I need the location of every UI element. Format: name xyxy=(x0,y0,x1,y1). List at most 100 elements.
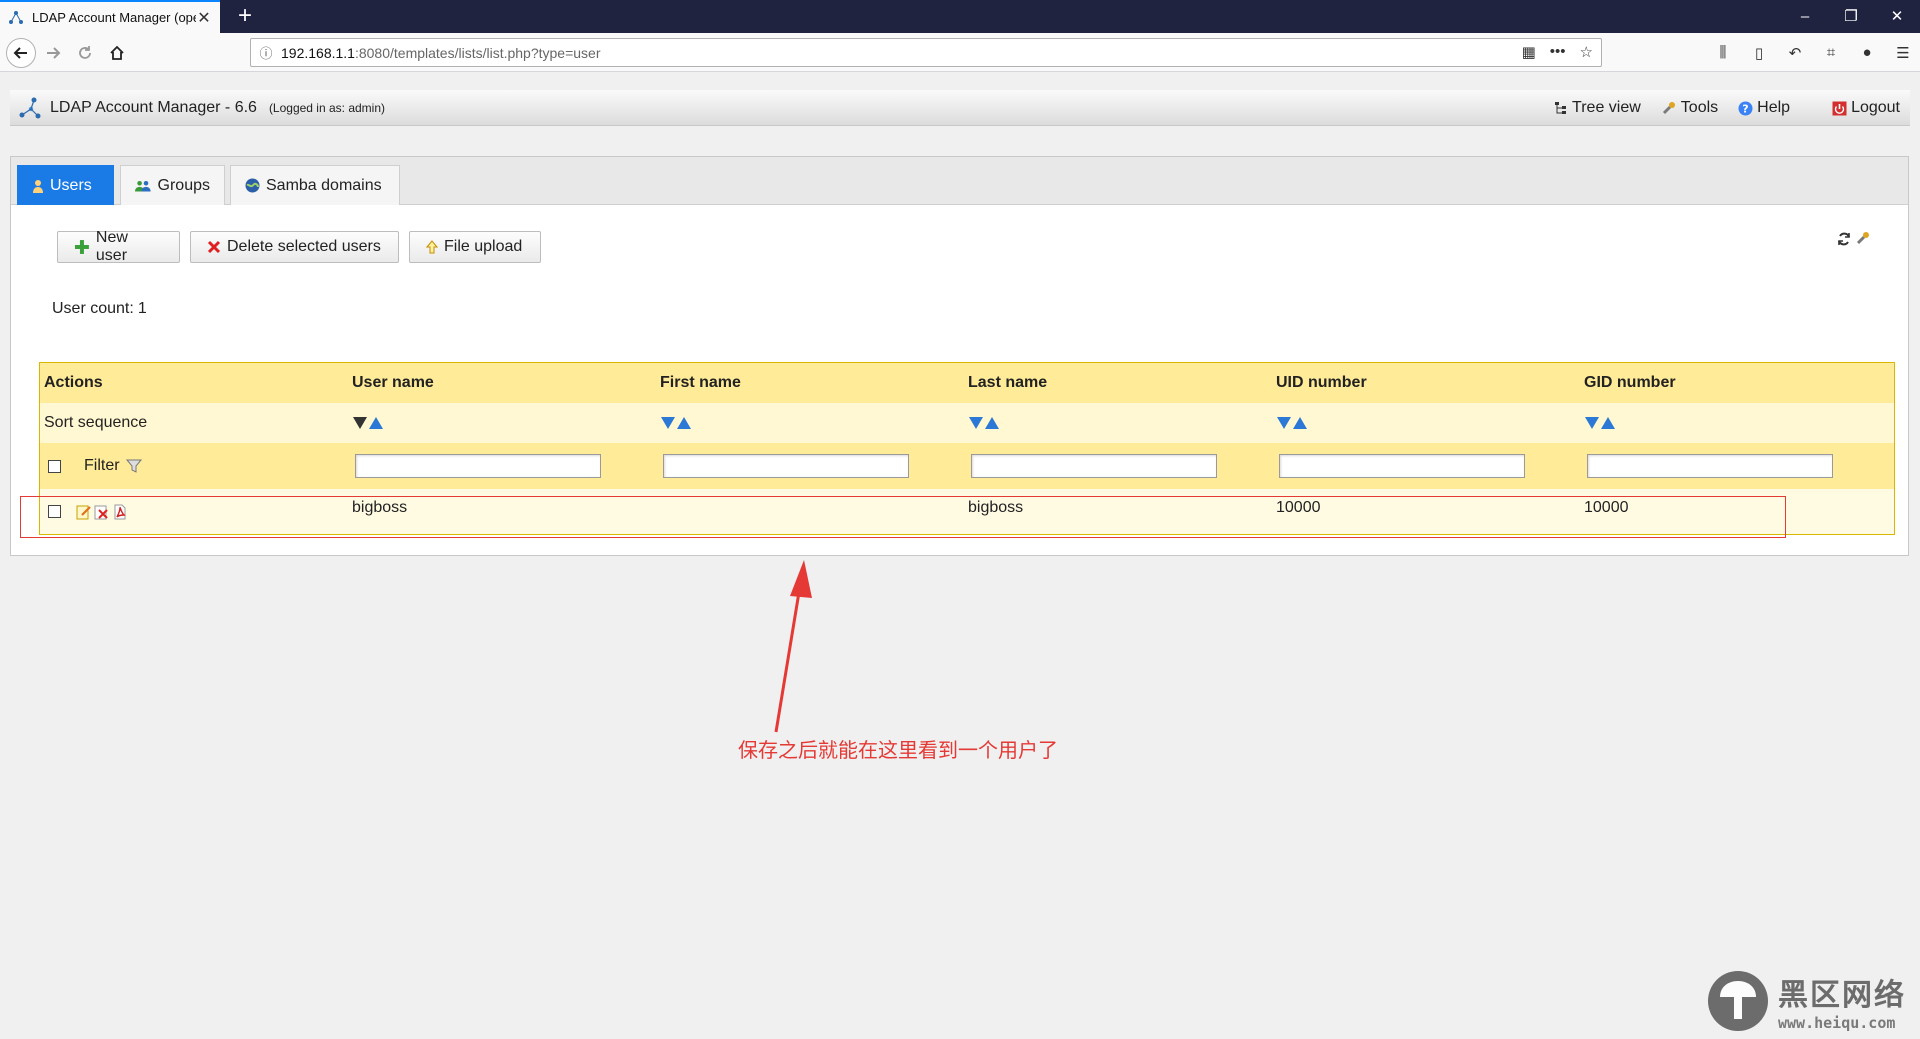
minimize-icon[interactable]: – xyxy=(1782,0,1828,33)
tab-users[interactable]: Users xyxy=(17,165,114,205)
sort-user-name[interactable] xyxy=(352,403,384,443)
row-select[interactable] xyxy=(48,489,61,534)
forward-arrow-icon xyxy=(47,47,61,59)
filter-gid-number-input[interactable] xyxy=(1587,454,1833,478)
group-icon xyxy=(135,180,151,192)
page-info-icon[interactable]: ⓘ xyxy=(251,43,281,62)
column-header-gid-number[interactable]: GID number xyxy=(1584,363,1676,403)
watermark-main-text: 黑区网络 xyxy=(1778,978,1906,1013)
sort-gid-number[interactable] xyxy=(1584,403,1616,443)
sort-arrows-icon[interactable] xyxy=(968,414,1000,432)
pdf-export-icon[interactable] xyxy=(112,504,128,520)
cell-user-name: bigboss xyxy=(352,499,408,516)
filter-button[interactable]: Filter xyxy=(84,443,142,489)
list-settings xyxy=(1836,231,1870,247)
back-button[interactable] xyxy=(6,38,36,68)
delete-x-icon xyxy=(207,240,221,254)
column-header-last-name[interactable]: Last name xyxy=(968,363,1047,403)
row-checkbox[interactable] xyxy=(48,505,61,518)
svg-text:?: ? xyxy=(1742,102,1748,115)
user-count: User count: 1 xyxy=(52,300,147,317)
filter-funnel-icon xyxy=(125,459,142,473)
main-panel: Users Groups Samba domains New user Dele… xyxy=(10,156,1909,556)
reload-icon xyxy=(79,46,91,59)
logged-in-label: (Logged in as: admin) xyxy=(268,100,386,115)
new-user-button[interactable]: New user xyxy=(57,229,180,264)
refresh-icon[interactable] xyxy=(1836,231,1852,247)
cell-uid-number: 10000 xyxy=(1276,499,1321,516)
filter-first-name-input[interactable] xyxy=(663,454,909,478)
browser-nav-bar: ⓘ 192.168.1.1:8080/templates/lists/list.… xyxy=(0,33,1920,72)
edit-icon[interactable] xyxy=(76,504,92,520)
close-tab-icon[interactable]: ✕ xyxy=(196,8,212,28)
sort-sequence-label: Sort sequence xyxy=(44,414,148,431)
sort-arrows-icon[interactable] xyxy=(660,414,692,432)
app-title: LDAP Account Manager - 6.6 xyxy=(50,98,257,116)
tree-view-icon xyxy=(1555,102,1567,114)
tab-samba-domains[interactable]: Samba domains xyxy=(230,165,400,205)
cell-last-name: bigboss xyxy=(968,499,1024,516)
browser-tab-bar: LDAP Account Manager (ope ✕ + – ❐ ✕ xyxy=(0,0,1920,33)
logout-power-icon xyxy=(1832,101,1847,115)
qr-code-icon[interactable]: ▦ xyxy=(1522,43,1536,61)
help-icon: ? xyxy=(1738,101,1753,115)
home-button[interactable] xyxy=(102,38,132,68)
file-upload-button[interactable]: File upload xyxy=(409,231,541,263)
sort-uid-number[interactable] xyxy=(1276,403,1308,443)
delete-selected-users-button[interactable]: Delete selected users xyxy=(190,231,399,263)
column-header-actions: Actions xyxy=(44,374,103,391)
reload-button[interactable] xyxy=(70,38,100,68)
tree-view-link[interactable]: Tree view xyxy=(1554,99,1641,117)
forward-button[interactable] xyxy=(38,38,68,68)
sort-arrows-icon[interactable] xyxy=(1584,414,1616,432)
column-header-uid-number[interactable]: UID number xyxy=(1276,363,1367,403)
lam-logo-icon xyxy=(19,97,41,118)
logout-link[interactable]: Logout xyxy=(1832,99,1900,117)
delete-user-icon[interactable] xyxy=(94,504,110,520)
new-tab-button[interactable]: + xyxy=(232,2,258,30)
url-bar[interactable]: ⓘ 192.168.1.1:8080/templates/lists/list.… xyxy=(250,38,1602,67)
configure-wrench-icon[interactable] xyxy=(1854,231,1870,247)
table-header-row: Actions User name First name Last name U… xyxy=(40,363,1894,403)
watermark-url-text: www.heiqu.com xyxy=(1778,1014,1896,1032)
hamburger-menu-icon[interactable]: ☰ xyxy=(1886,38,1920,68)
more-actions-icon[interactable]: ••• xyxy=(1550,43,1566,61)
row-actions xyxy=(76,489,128,534)
lam-header: LDAP Account Manager - 6.6 (Logged in as… xyxy=(10,90,1910,126)
filter-row: Filter xyxy=(40,443,1894,489)
column-header-first-name[interactable]: First name xyxy=(660,363,741,403)
filter-uid-number-input[interactable] xyxy=(1279,454,1525,478)
back-arrow-icon xyxy=(13,47,27,59)
sort-arrows-active-icon[interactable] xyxy=(352,414,384,432)
samba-globe-icon xyxy=(245,178,260,193)
restore-icon[interactable]: ❐ xyxy=(1828,0,1874,33)
filter-user-name-input[interactable] xyxy=(355,454,601,478)
lam-favicon-icon xyxy=(9,10,23,24)
sort-arrows-icon[interactable] xyxy=(1276,414,1308,432)
url-host: 192.168.1.1 xyxy=(281,44,355,61)
browser-tab[interactable]: LDAP Account Manager (ope ✕ xyxy=(0,0,220,33)
filter-select-all[interactable] xyxy=(48,443,61,489)
library-icon[interactable]: ⫼ xyxy=(1706,38,1740,68)
home-icon xyxy=(110,45,124,60)
sidebar-icon[interactable]: ▯ xyxy=(1742,38,1776,68)
watermark: 黑区网络 www.heiqu.com xyxy=(1706,969,1906,1033)
cell-gid-number: 10000 xyxy=(1584,499,1629,516)
account-type-tabs: Users Groups Samba domains xyxy=(11,157,1908,205)
sort-first-name[interactable] xyxy=(660,403,692,443)
screenshot-crop-icon[interactable]: ⌗ xyxy=(1814,38,1848,68)
tab-groups[interactable]: Groups xyxy=(120,165,225,205)
window-close-icon[interactable]: ✕ xyxy=(1874,0,1920,33)
chat-icon[interactable]: ● xyxy=(1850,38,1884,68)
column-header-user-name[interactable]: User name xyxy=(352,363,434,403)
select-all-checkbox[interactable] xyxy=(48,459,61,473)
user-table: Actions User name First name Last name U… xyxy=(39,362,1895,535)
annotation-arrow xyxy=(774,560,812,733)
annotation-text: 保存之后就能在这里看到一个用户了 xyxy=(738,738,1058,762)
sort-last-name[interactable] xyxy=(968,403,1000,443)
filter-last-name-input[interactable] xyxy=(971,454,1217,478)
undo-icon[interactable]: ↶ xyxy=(1778,38,1812,68)
tools-link[interactable]: Tools xyxy=(1661,99,1718,117)
bookmark-star-icon[interactable]: ☆ xyxy=(1580,43,1593,61)
help-link[interactable]: ? Help xyxy=(1738,99,1790,117)
